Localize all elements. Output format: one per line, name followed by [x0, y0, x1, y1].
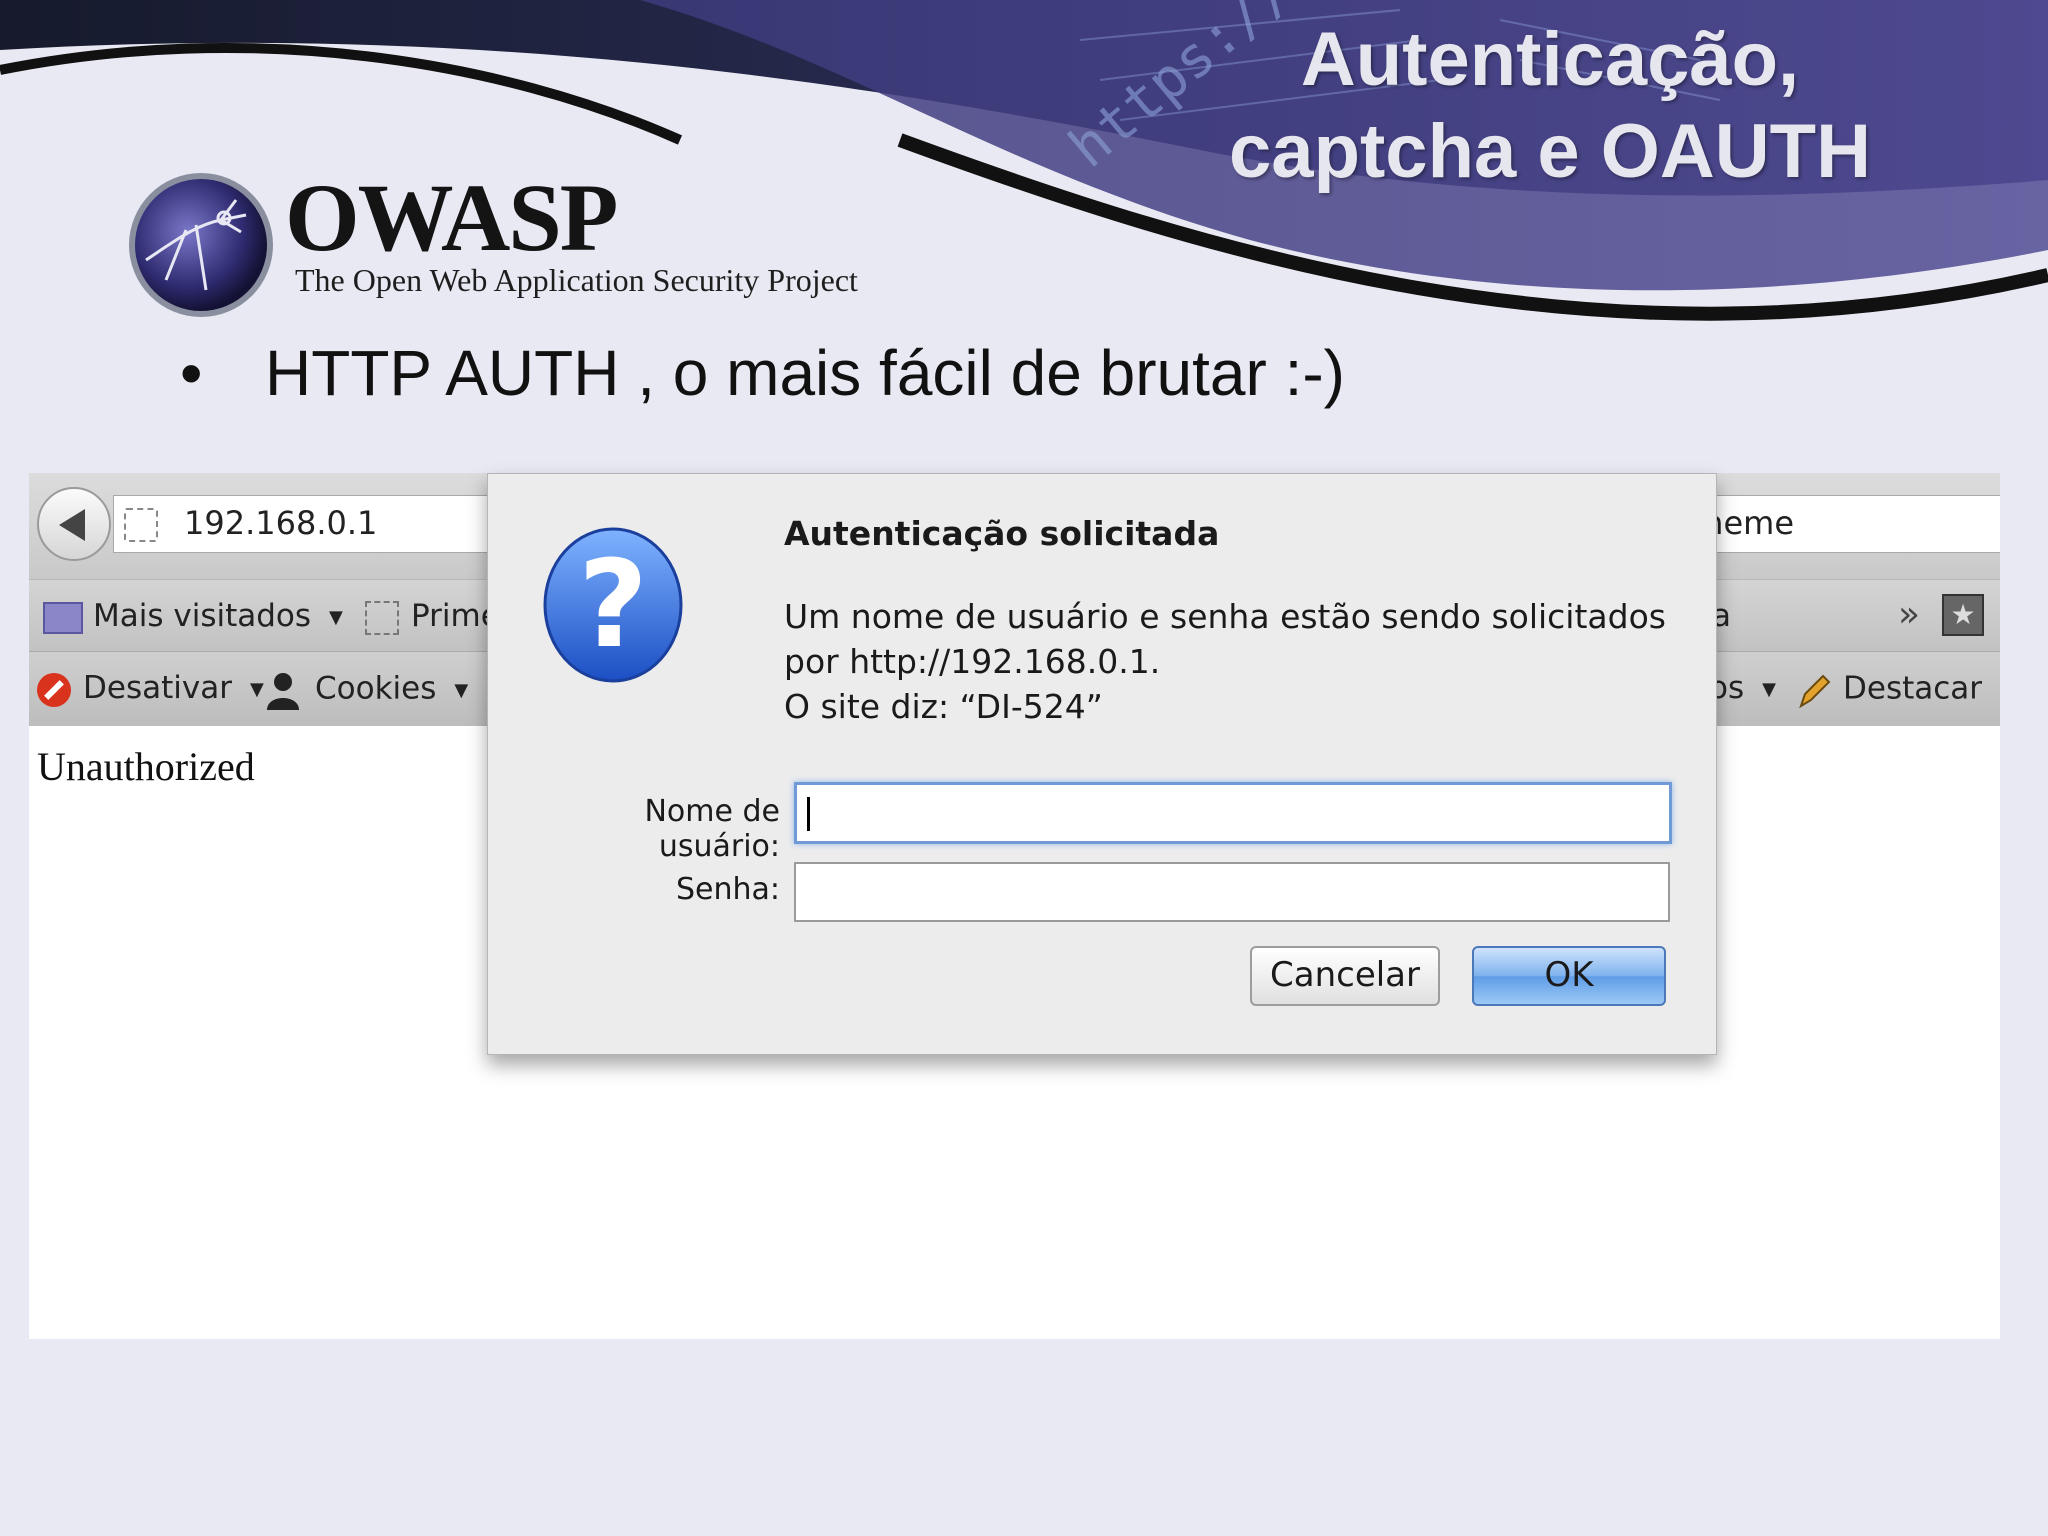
disable-icon [37, 672, 71, 707]
chevron-down-icon: ▼ [249, 679, 264, 700]
toolbar-label: Destacar [1843, 670, 1983, 707]
dialog-message-line3: O site diz: “DI-524” [784, 687, 1103, 726]
folder-icon [43, 601, 83, 634]
bullet-dot-icon: • [180, 337, 203, 409]
bullet-text: HTTP AUTH , o mais fácil de brutar :-) [265, 337, 1345, 409]
toolbar-label: Desativar [83, 670, 232, 706]
site-identity-icon [124, 508, 158, 542]
toolbar-desativar[interactable]: Desativar ▼ [37, 670, 264, 707]
dialog-title: Autenticação solicitada [784, 514, 1220, 553]
slide-title-line1: Autenticação, [1300, 17, 1800, 102]
overflow-chevron-icon[interactable]: » [1898, 594, 1920, 635]
toolbar-partial-item[interactable]: os ▼ [1709, 670, 1776, 706]
chevron-down-icon: ▼ [1762, 679, 1776, 700]
password-label: Senha: [675, 872, 780, 907]
chevron-down-icon: ▼ [329, 607, 343, 628]
dialog-message: Um nome de usuário e senha estão sendo s… [784, 594, 1666, 729]
svg-text:?: ? [578, 536, 648, 675]
back-arrow-icon [59, 509, 85, 541]
slide-title-line2: captcha e OAUTH [1229, 109, 1871, 194]
dialog-message-line2: por http://192.168.0.1. [784, 642, 1161, 681]
toolbar-destacar[interactable]: Destacar▼ [1793, 670, 2000, 710]
bookmark-prime[interactable]: Prime [365, 598, 500, 635]
auth-dialog: ? Autenticação solicitada Um nome de usu… [487, 473, 1717, 1055]
bookmark-label: Mais visitados [93, 598, 312, 634]
slide-title: Autenticação, captcha e OAUTH [1130, 14, 1970, 198]
toolbar-cookies[interactable]: Cookies ▼ [263, 670, 468, 710]
owasp-logo-name: OWASP [285, 164, 618, 271]
dialog-message-line1: Um nome de usuário e senha estão sendo s… [784, 597, 1666, 636]
pencil-icon [1799, 674, 1831, 709]
owasp-logo-icon [129, 173, 273, 317]
person-icon [267, 673, 299, 710]
address-bar-url: 192.168.0.1 [184, 504, 378, 542]
dashed-page-icon [365, 600, 399, 635]
page-body-text: Unauthorized [37, 744, 255, 789]
cancel-button[interactable]: Cancelar [1250, 946, 1440, 1006]
question-icon: ? [543, 527, 683, 683]
username-field[interactable] [794, 782, 1672, 844]
owasp-logo-subtitle: The Open Web Application Security Projec… [295, 262, 858, 298]
ok-button[interactable]: OK [1472, 946, 1666, 1006]
toolbar-label: Cookies [315, 670, 437, 707]
back-button[interactable] [37, 487, 111, 561]
bookmark-star-icon[interactable]: ★ [1942, 594, 1984, 636]
username-label: Nome de usuário: [644, 794, 780, 864]
bookmark-mais-visitados[interactable]: Mais visitados ▼ [43, 598, 343, 634]
bullet-item: • HTTP AUTH , o mais fácil de brutar :-) [180, 336, 1345, 410]
chevron-down-icon: ▼ [454, 679, 469, 701]
password-field[interactable] [794, 862, 1670, 922]
